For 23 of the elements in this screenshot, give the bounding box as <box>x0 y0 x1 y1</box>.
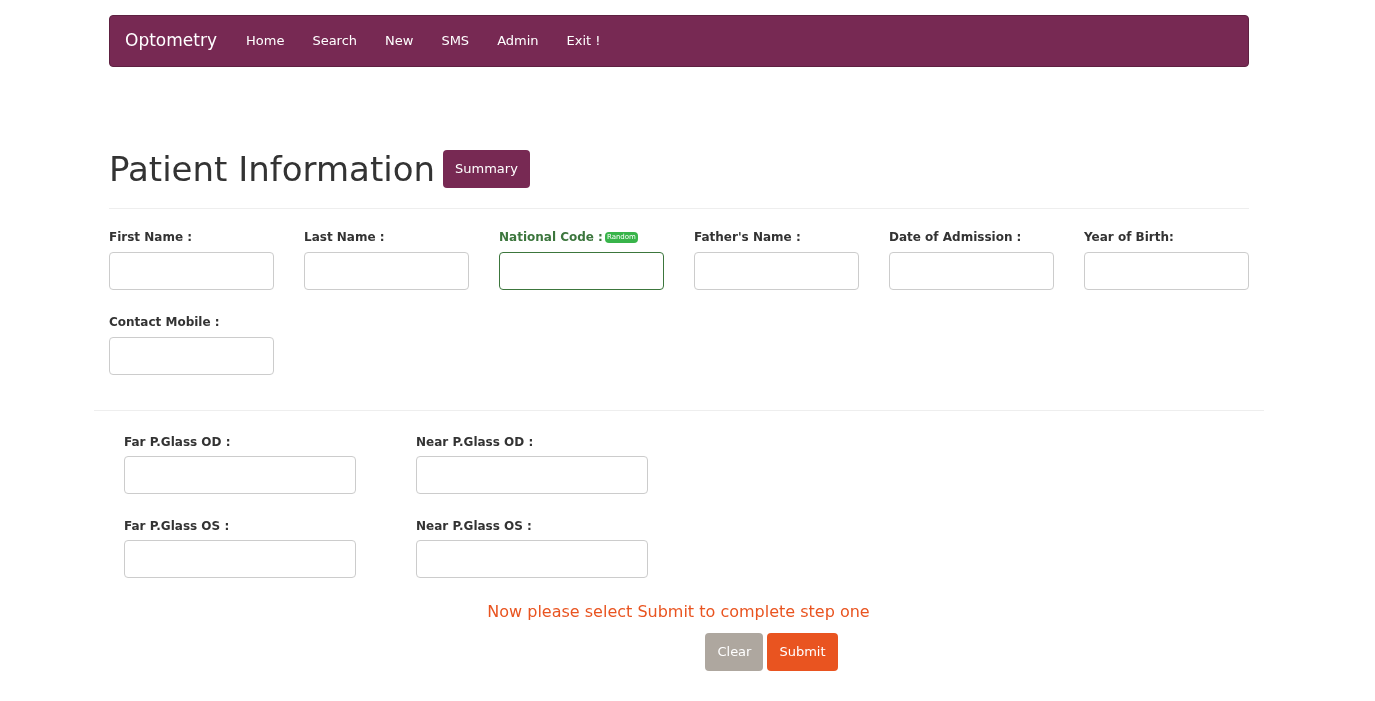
field-label: Far P.Glass OS : <box>124 518 231 533</box>
nav-link[interactable]: Home <box>232 31 299 51</box>
field-label: Near P.Glass OD : <box>416 434 535 449</box>
nav-link[interactable]: Search <box>298 31 372 51</box>
field-label: National Code : <box>499 229 603 246</box>
field-label: Near P.Glass OS : <box>416 518 533 533</box>
field-label: Father's Name : <box>694 229 801 246</box>
nav-link[interactable]: New <box>371 31 428 51</box>
instruction-message: Now please select Submit to complete step one <box>487 601 870 623</box>
field-label: Last Name : <box>304 229 385 246</box>
field-label: Far P.Glass OD : <box>124 434 232 449</box>
page-title: Patient Information <box>109 152 435 186</box>
field-label: Date of Admission : <box>889 229 1022 246</box>
field-label: Year of Birth: <box>1084 229 1174 246</box>
field-label: Contact Mobile : <box>109 314 220 331</box>
nav-link[interactable]: Exit ! <box>552 31 615 51</box>
nav-link[interactable]: SMS <box>427 31 484 51</box>
nav-link[interactable]: Admin <box>483 31 553 51</box>
summary-button[interactable]: Summary <box>443 150 530 188</box>
submit-button[interactable]: Submit <box>767 633 838 671</box>
brand-link[interactable]: Optometry <box>125 28 217 54</box>
text-input[interactable] <box>499 252 664 290</box>
field-label: First Name : <box>109 229 193 246</box>
